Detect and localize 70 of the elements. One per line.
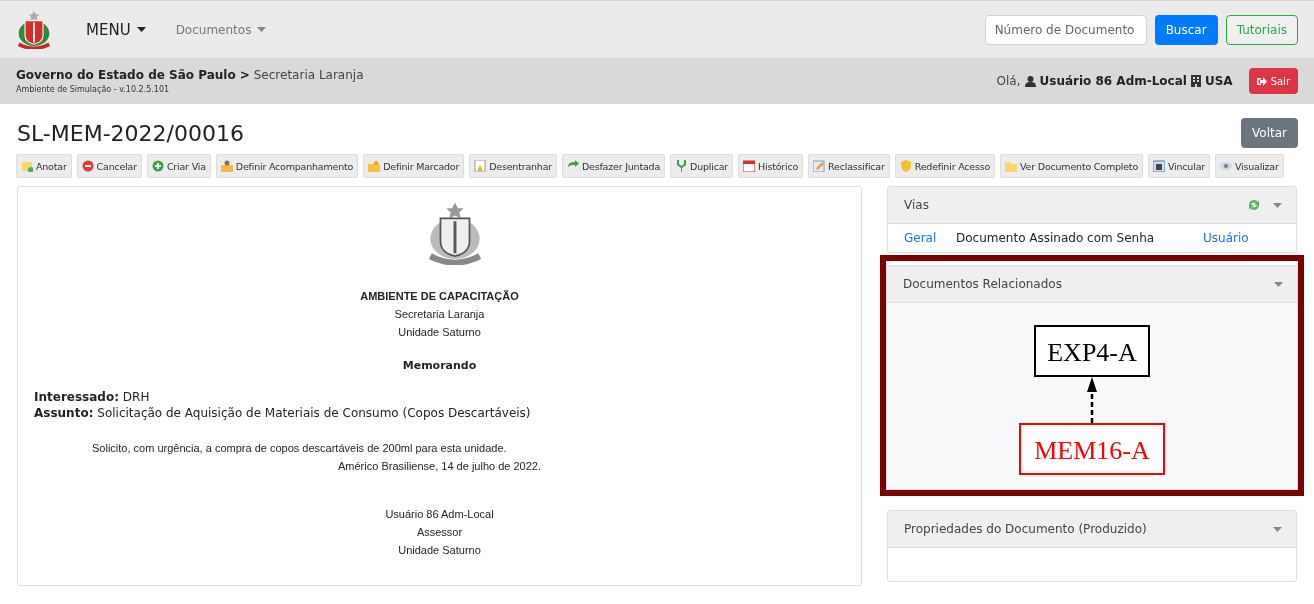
card-title: Vias bbox=[904, 198, 929, 212]
user-icon bbox=[1024, 75, 1036, 87]
building-icon bbox=[1190, 75, 1201, 87]
signature-line: Assessor bbox=[415, 524, 464, 540]
eye-icon bbox=[1219, 160, 1232, 172]
document-title: SL-MEM-2022/00016 bbox=[17, 120, 244, 146]
person-folder-icon bbox=[220, 160, 233, 172]
fork-icon bbox=[675, 160, 688, 172]
user-name: Usuário 86 Adm-Local bbox=[1039, 74, 1187, 88]
unit-name: Secretaria Laranja bbox=[253, 68, 364, 82]
greeting: Olá, bbox=[996, 74, 1021, 88]
documents-menu[interactable]: Documentos bbox=[175, 22, 267, 37]
graph-node[interactable]: MEM16-A bbox=[1019, 423, 1165, 475]
folder-star-icon bbox=[368, 160, 381, 172]
environment-version: Ambiente de Simulação - v.10.2.5.101 bbox=[16, 85, 171, 94]
shield-icon bbox=[899, 160, 912, 172]
action-button[interactable]: Anotar bbox=[16, 154, 72, 178]
search-button[interactable]: Buscar bbox=[1154, 14, 1218, 45]
action-button[interactable]: Histórico bbox=[738, 154, 804, 178]
warning-page-icon bbox=[474, 160, 487, 172]
plus-circle-icon bbox=[151, 160, 164, 172]
action-button[interactable]: Desentranhar bbox=[469, 154, 557, 178]
document-field: Interessado: DRH bbox=[34, 388, 845, 405]
signature-line: Unidade Saturno bbox=[397, 542, 482, 558]
logout-button[interactable]: Sair bbox=[1248, 68, 1298, 94]
document-heading: AMBIENTE DE CAPACITAÇÃO bbox=[359, 288, 520, 304]
signer-link[interactable]: Usuário bbox=[1203, 231, 1249, 245]
caret-icon bbox=[1273, 526, 1282, 532]
coat-of-arms-icon bbox=[16, 9, 52, 50]
card-title: Documentos Relacionados bbox=[903, 277, 1062, 291]
graph-node[interactable]: EXP4-A bbox=[1034, 325, 1150, 377]
menu-button[interactable]: MENU bbox=[86, 20, 146, 39]
caret-icon bbox=[136, 27, 146, 32]
action-button[interactable]: Vincular bbox=[1148, 154, 1210, 178]
minus-circle-icon bbox=[81, 160, 94, 172]
action-button[interactable]: Ver Documento Completo bbox=[1000, 154, 1143, 178]
action-button[interactable]: Reclassificar bbox=[808, 154, 890, 178]
action-button[interactable]: Definir Marcador bbox=[363, 154, 465, 178]
card-title: Propriedades do Documento (Produzido) bbox=[904, 522, 1147, 536]
via-status: Documento Assinado com Senha bbox=[956, 231, 1156, 245]
back-button[interactable]: Voltar bbox=[1241, 118, 1298, 148]
action-button[interactable]: Redefinir Acesso bbox=[894, 154, 996, 178]
pencil-page-icon bbox=[813, 160, 826, 172]
signature-line: Usuário 86 Adm-Local bbox=[384, 506, 495, 522]
action-button[interactable]: Duplicar bbox=[670, 154, 734, 178]
body-text: Solicito, com urgência, a compra de copos descartáveis de 200ml para esta unidade. bbox=[92, 440, 508, 456]
refresh-icon[interactable] bbox=[1247, 199, 1261, 211]
document-type: Memorando bbox=[401, 357, 478, 374]
sign-out-icon bbox=[1256, 76, 1267, 86]
caret-icon bbox=[257, 27, 267, 32]
document-header-line: Secretaria Laranja bbox=[393, 306, 486, 322]
organization-name: Governo do Estado de São Paulo bbox=[16, 68, 236, 82]
location-name: USA bbox=[1204, 74, 1233, 88]
document-field: Assunto: Solicitação de Aquisição de Materiais de Consumo (Copos Descartáveis) bbox=[34, 404, 845, 421]
place-date: Américo Brasiliense, 14 de julho de 2022. bbox=[337, 458, 542, 474]
action-button[interactable]: Cancelar bbox=[76, 154, 142, 178]
search-field[interactable]: Número de Documento bbox=[984, 14, 1147, 45]
calendar-icon bbox=[743, 160, 756, 172]
document-header-line: Unidade Saturno bbox=[397, 324, 482, 340]
caret-icon bbox=[1274, 281, 1283, 287]
dashed-arrow bbox=[1087, 377, 1097, 423]
action-button[interactable]: Definir Acompanhamento bbox=[215, 154, 359, 178]
action-button[interactable]: Visualizar bbox=[1214, 154, 1284, 178]
action-button[interactable]: Criar Via bbox=[146, 154, 211, 178]
caret-icon bbox=[1273, 202, 1282, 208]
note-icon bbox=[21, 160, 33, 172]
via-link[interactable]: Geral bbox=[904, 231, 956, 245]
folder-icon bbox=[1005, 160, 1018, 172]
breadcrumb-separator: > bbox=[239, 68, 250, 82]
action-button[interactable]: Desfazer Juntada bbox=[561, 154, 666, 178]
